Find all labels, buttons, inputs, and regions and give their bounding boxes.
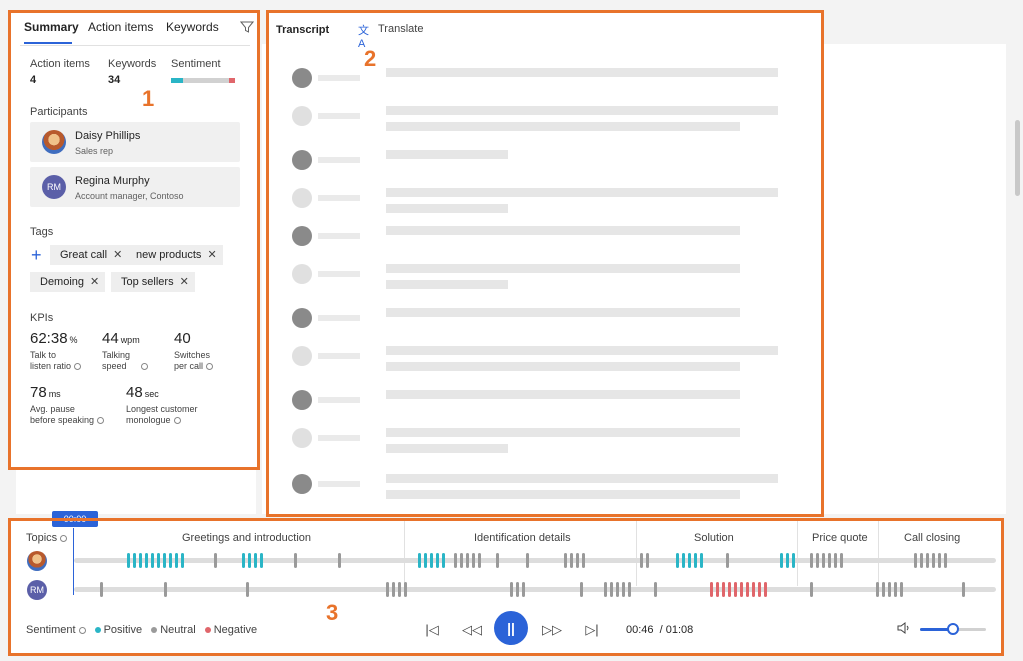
- callout-frame-3: [8, 518, 1004, 656]
- callout-frame-2: [266, 10, 824, 517]
- callout-frame-1: [8, 10, 260, 470]
- page-scrollbar[interactable]: [1015, 120, 1020, 196]
- callout-number-2: 2: [364, 46, 377, 71]
- conversation-intelligence-app: Summary Action items Keywords Action ite…: [0, 0, 1023, 661]
- callout-number-1: 1: [142, 86, 155, 111]
- callout-number-3: 3: [326, 600, 339, 625]
